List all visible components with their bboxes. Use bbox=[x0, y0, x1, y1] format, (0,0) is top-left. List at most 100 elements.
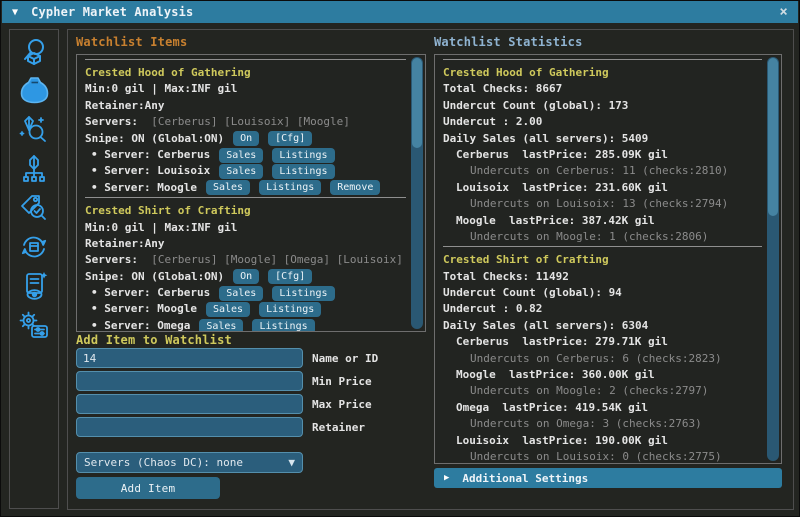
listings-button[interactable]: Listings bbox=[259, 302, 321, 317]
tag-search-icon[interactable] bbox=[17, 193, 51, 223]
name-or-id-input[interactable] bbox=[76, 348, 303, 368]
servers-dropdown-label: Servers (Chaos DC): none bbox=[84, 456, 243, 469]
server-label: • Server: Omega bbox=[91, 318, 190, 331]
box-refresh-icon[interactable] bbox=[17, 232, 51, 262]
stats-row: Undercut Count (global): 94 bbox=[443, 285, 781, 301]
listings-button[interactable]: Listings bbox=[272, 148, 334, 163]
on-button[interactable]: On bbox=[233, 269, 259, 284]
item-detail: Retainer:Any bbox=[85, 98, 425, 114]
stats-item-name: Crested Hood of Gathering bbox=[443, 65, 781, 81]
server-label: • Server: Moogle bbox=[91, 180, 197, 196]
on-button[interactable]: On bbox=[233, 131, 259, 146]
form-row: Min Price bbox=[76, 371, 378, 391]
statistics-scrollbar[interactable] bbox=[767, 57, 779, 461]
app-window: ▼ Cypher Market Analysis × bbox=[0, 0, 800, 517]
collapse-icon[interactable]: ▼ bbox=[12, 7, 18, 18]
statistics-scrollbar-thumb[interactable] bbox=[768, 58, 778, 216]
server-row: • Server: Cerberus Sales Listings bbox=[85, 147, 425, 163]
server-price-row: Moogle lastPrice: 387.42K gil bbox=[443, 213, 781, 229]
stats-item-name: Crested Shirt of Crafting bbox=[443, 252, 781, 268]
sales-button[interactable]: Sales bbox=[206, 180, 250, 195]
watchlist-statistics-box: Crested Hood of GatheringTotal Checks: 8… bbox=[434, 54, 782, 464]
settings-sliders-icon[interactable] bbox=[17, 310, 51, 340]
close-button[interactable]: × bbox=[779, 4, 788, 20]
watchlist-statistics-list: Crested Hood of GatheringTotal Checks: 8… bbox=[435, 55, 781, 463]
stats-row: Undercut Count (global): 173 bbox=[443, 98, 781, 114]
server-undercuts-row: Undercuts on Moogle: 2 (checks:2797) bbox=[443, 383, 781, 399]
field-label: Retainer bbox=[312, 421, 365, 434]
sidebar bbox=[9, 29, 59, 509]
server-row: • Server: Moogle Sales Listings Remove bbox=[85, 180, 425, 196]
listings-button[interactable]: Listings bbox=[272, 164, 334, 179]
server-price-row: Louisoix lastPrice: 231.60K gil bbox=[443, 180, 781, 196]
form-row: Name or ID bbox=[76, 348, 378, 368]
sales-button[interactable]: Sales bbox=[206, 302, 250, 317]
snipe-label: Snipe: ON (Global:ON) bbox=[85, 131, 224, 147]
cfg-button[interactable]: [Cfg] bbox=[268, 131, 312, 146]
stats-entry: Crested Shirt of CraftingTotal Checks: 1… bbox=[443, 246, 781, 463]
item-name: Crested Shirt of Crafting bbox=[85, 203, 425, 219]
cfg-button[interactable]: [Cfg] bbox=[268, 269, 312, 284]
watchlist-items-box: Crested Hood of GatheringMin:0 gil | Max… bbox=[76, 54, 426, 332]
listings-button[interactable]: Listings bbox=[272, 286, 334, 301]
item-detail: Min:0 gil | Max:INF gil bbox=[85, 81, 425, 97]
remove-button[interactable]: Remove bbox=[330, 180, 380, 195]
expand-icon: ▶ bbox=[444, 473, 449, 483]
servers-label: Servers: bbox=[85, 115, 145, 128]
item-snipe-row: Snipe: ON (Global:ON) On [Cfg] bbox=[85, 269, 425, 285]
server-label: • Server: Cerberus bbox=[91, 147, 210, 163]
watchlist-items-list: Crested Hood of GatheringMin:0 gil | Max… bbox=[77, 55, 425, 331]
watchlist-statistics-header: Watchlist Statistics bbox=[434, 35, 583, 49]
stats-row: Daily Sales (all servers): 6304 bbox=[443, 318, 781, 334]
stats-row: Daily Sales (all servers): 5409 bbox=[443, 131, 781, 147]
servers-dropdown[interactable]: Servers (Chaos DC): none ▼ bbox=[76, 452, 303, 473]
snipe-label: Snipe: ON (Global:ON) bbox=[85, 269, 224, 285]
servers-list: [Cerberus] [Louisoix] [Moogle] bbox=[145, 115, 350, 128]
item-search-icon[interactable] bbox=[17, 37, 51, 67]
servers-list: [Cerberus] [Moogle] [Omega] [Louisoix] bbox=[145, 253, 403, 266]
server-undercuts-row: Undercuts on Cerberus: 11 (checks:2810) bbox=[443, 163, 781, 179]
listings-button[interactable]: Listings bbox=[252, 319, 314, 331]
server-row: • Server: Louisoix Sales Listings bbox=[85, 163, 425, 179]
server-row: • Server: CerberusSalesListings bbox=[85, 285, 425, 301]
crystal-search-icon[interactable] bbox=[17, 115, 51, 145]
server-undercuts-row: Undercuts on Louisoix: 13 (checks:2794) bbox=[443, 196, 781, 212]
item-servers: Servers: [Cerberus] [Louisoix] [Moogle] bbox=[85, 114, 425, 130]
field-label: Max Price bbox=[312, 398, 372, 411]
item-servers: Servers: [Cerberus] [Moogle] [Omega] [Lo… bbox=[85, 252, 425, 268]
min-price-input[interactable] bbox=[76, 371, 303, 391]
server-undercuts-row: Undercuts on Louisoix: 0 (checks:2775) bbox=[443, 449, 781, 463]
server-label: • Server: Moogle bbox=[91, 301, 197, 317]
sales-button[interactable]: Sales bbox=[219, 164, 263, 179]
server-label: • Server: Louisoix bbox=[91, 163, 210, 179]
add-item-form: Name or ID Min Price Max Price Retainer bbox=[76, 348, 378, 440]
field-label: Min Price bbox=[312, 375, 372, 388]
server-row: • Server: Omega Sales Listings bbox=[85, 318, 425, 331]
sales-button[interactable]: Sales bbox=[219, 286, 263, 301]
watchlist-document-icon[interactable] bbox=[17, 271, 51, 301]
stats-row: Undercut : 2.00 bbox=[443, 114, 781, 130]
money-bag-icon[interactable] bbox=[17, 76, 51, 106]
listings-button[interactable]: Listings bbox=[259, 180, 321, 195]
additional-settings-header[interactable]: ▶ Additional Settings bbox=[434, 468, 782, 488]
window-title: Cypher Market Analysis bbox=[31, 5, 193, 19]
titlebar: ▼ Cypher Market Analysis × bbox=[2, 1, 798, 23]
server-undercuts-row: Undercuts on Omega: 3 (checks:2763) bbox=[443, 416, 781, 432]
server-row: • Server: Moogle Sales Listings bbox=[85, 301, 425, 317]
sales-button[interactable]: Sales bbox=[199, 319, 243, 331]
form-row: Max Price bbox=[76, 394, 378, 414]
crystal-network-icon[interactable] bbox=[17, 154, 51, 184]
stats-row: Total Checks: 11492 bbox=[443, 269, 781, 285]
add-item-header: Add Item to Watchlist bbox=[76, 333, 232, 347]
chevron-down-icon: ▼ bbox=[288, 456, 295, 469]
sales-button[interactable]: Sales bbox=[219, 148, 263, 163]
server-undercuts-row: Undercuts on Moogle: 1 (checks:2806) bbox=[443, 229, 781, 245]
add-item-button[interactable]: Add Item bbox=[76, 477, 220, 499]
form-row: Retainer bbox=[76, 417, 378, 437]
watchlist-scrollbar[interactable] bbox=[411, 57, 423, 329]
stats-row: Undercut : 0.82 bbox=[443, 301, 781, 317]
main-panel: Watchlist Items Crested Hood of Gatherin… bbox=[67, 29, 794, 510]
retainer-input[interactable] bbox=[76, 417, 303, 437]
max-price-input[interactable] bbox=[76, 394, 303, 414]
watchlist-scrollbar-thumb[interactable] bbox=[412, 58, 422, 148]
